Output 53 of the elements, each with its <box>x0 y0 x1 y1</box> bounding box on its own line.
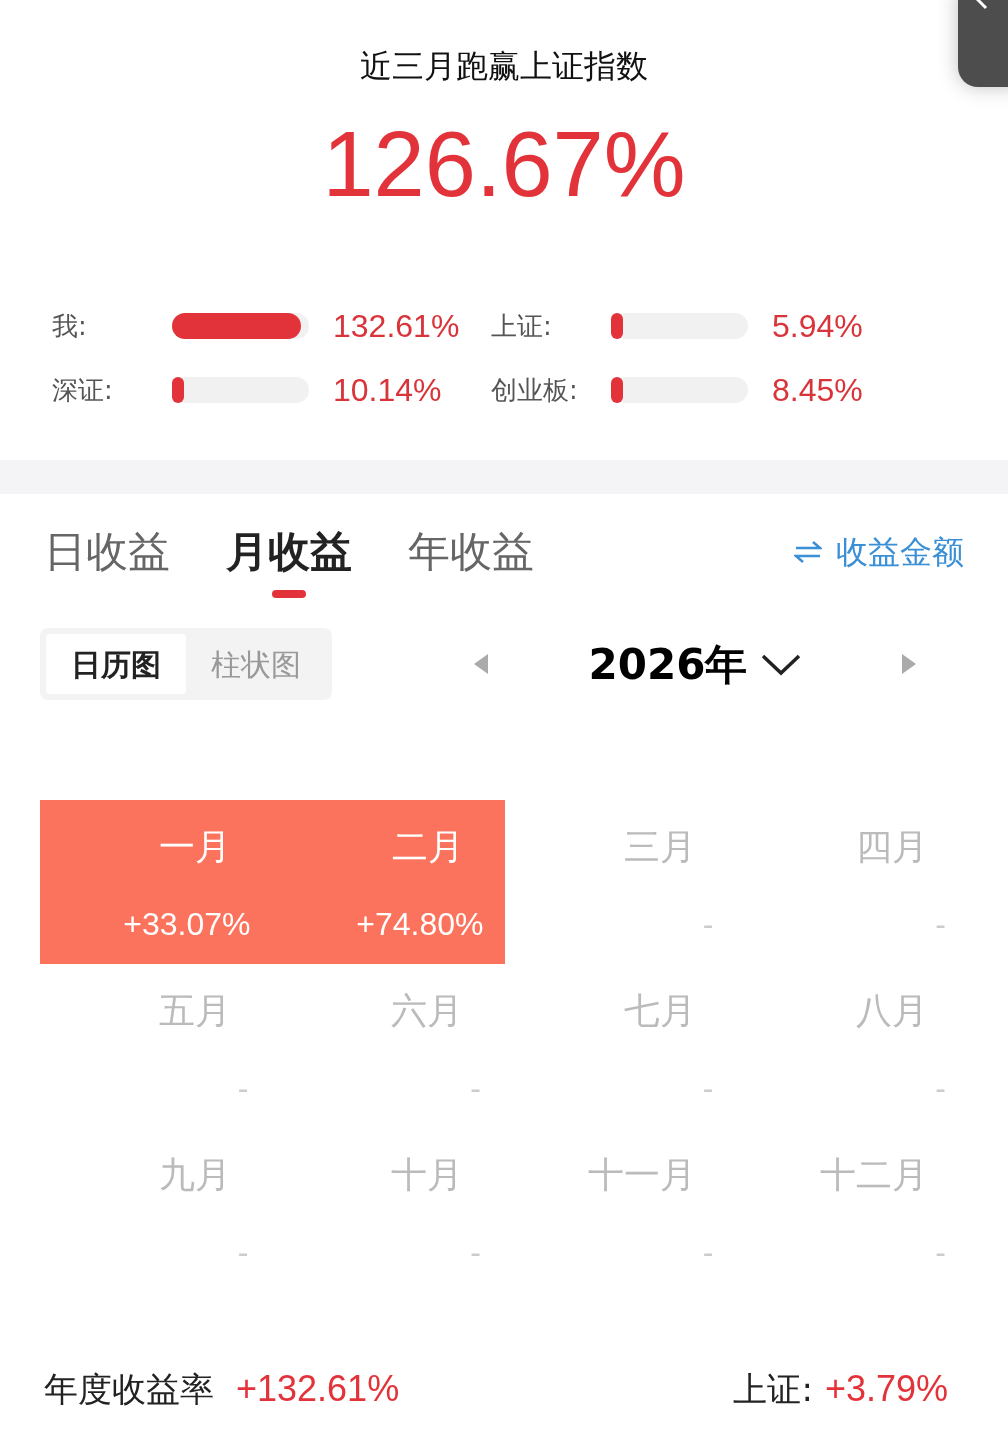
switch-link[interactable]: 收益金额 <box>794 528 964 576</box>
month-name: 八月 <box>856 989 929 1033</box>
month-name: 十一月 <box>587 1153 697 1197</box>
comparison-label: 深证: <box>52 373 114 407</box>
month-name: 十月 <box>391 1153 464 1197</box>
month-name: 九月 <box>158 1153 232 1197</box>
comparison-value: 8.45% <box>772 371 863 410</box>
tab[interactable]: 年收益 <box>408 524 534 606</box>
comparison-label: 上证: <box>491 309 553 343</box>
annual-return-label: 年度收益率 <box>44 1367 214 1411</box>
month-value: - <box>470 1069 482 1108</box>
month-value: +33.07% <box>123 905 251 944</box>
comparison-value: 132.61% <box>333 307 460 346</box>
toggle-option[interactable]: 柱状图 <box>186 634 326 694</box>
month-name: 七月 <box>623 989 697 1033</box>
month-cell[interactable]: 二月 +74.80% <box>272 800 506 964</box>
tab-indicator <box>272 590 306 598</box>
tab[interactable]: 月收益 <box>226 524 352 606</box>
month-name: 四月 <box>856 825 929 869</box>
index-label: 上证: <box>733 1367 813 1411</box>
chevron-left-icon <box>976 0 990 10</box>
month-value: - <box>935 1233 947 1272</box>
next-arrow-icon[interactable] <box>900 652 918 676</box>
month-name: 一月 <box>158 825 232 869</box>
month-value: +74.80% <box>356 905 484 944</box>
comparison-value: 10.14% <box>333 371 442 410</box>
month-name: 十二月 <box>820 1153 929 1197</box>
month-value: - <box>702 905 715 944</box>
comparison-label: 创业板: <box>491 373 579 407</box>
month-value: - <box>470 1233 482 1272</box>
month-value: - <box>702 1233 715 1272</box>
month-value: - <box>702 1069 715 1108</box>
month-value: - <box>237 1069 250 1108</box>
chevron-down-icon <box>761 652 802 676</box>
year-selector[interactable]: 2026年 <box>588 632 802 696</box>
annual-return-value: +132.61% <box>236 1367 400 1411</box>
previous-arrow-icon[interactable] <box>472 652 490 676</box>
swap-icon <box>794 540 822 564</box>
month-cell[interactable]: 一月 +33.07% <box>40 800 273 964</box>
tab[interactable]: 日收益 <box>44 524 170 606</box>
month-value: - <box>935 1069 947 1108</box>
month-value: - <box>935 905 947 944</box>
summary-value: 126.67% <box>322 118 686 210</box>
comparison-label: 我: <box>52 309 88 343</box>
month-name: 六月 <box>391 989 464 1033</box>
month-name: 二月 <box>391 825 465 869</box>
month-name: 三月 <box>623 825 697 869</box>
month-name: 五月 <box>158 989 232 1033</box>
summary-title: 近三月跑赢上证指数 <box>360 46 648 87</box>
toggle-option[interactable]: 日历图 <box>46 634 186 694</box>
month-value: - <box>237 1233 250 1272</box>
comparison-value: 5.94% <box>772 307 863 346</box>
index-value: +3.79% <box>824 1367 948 1411</box>
